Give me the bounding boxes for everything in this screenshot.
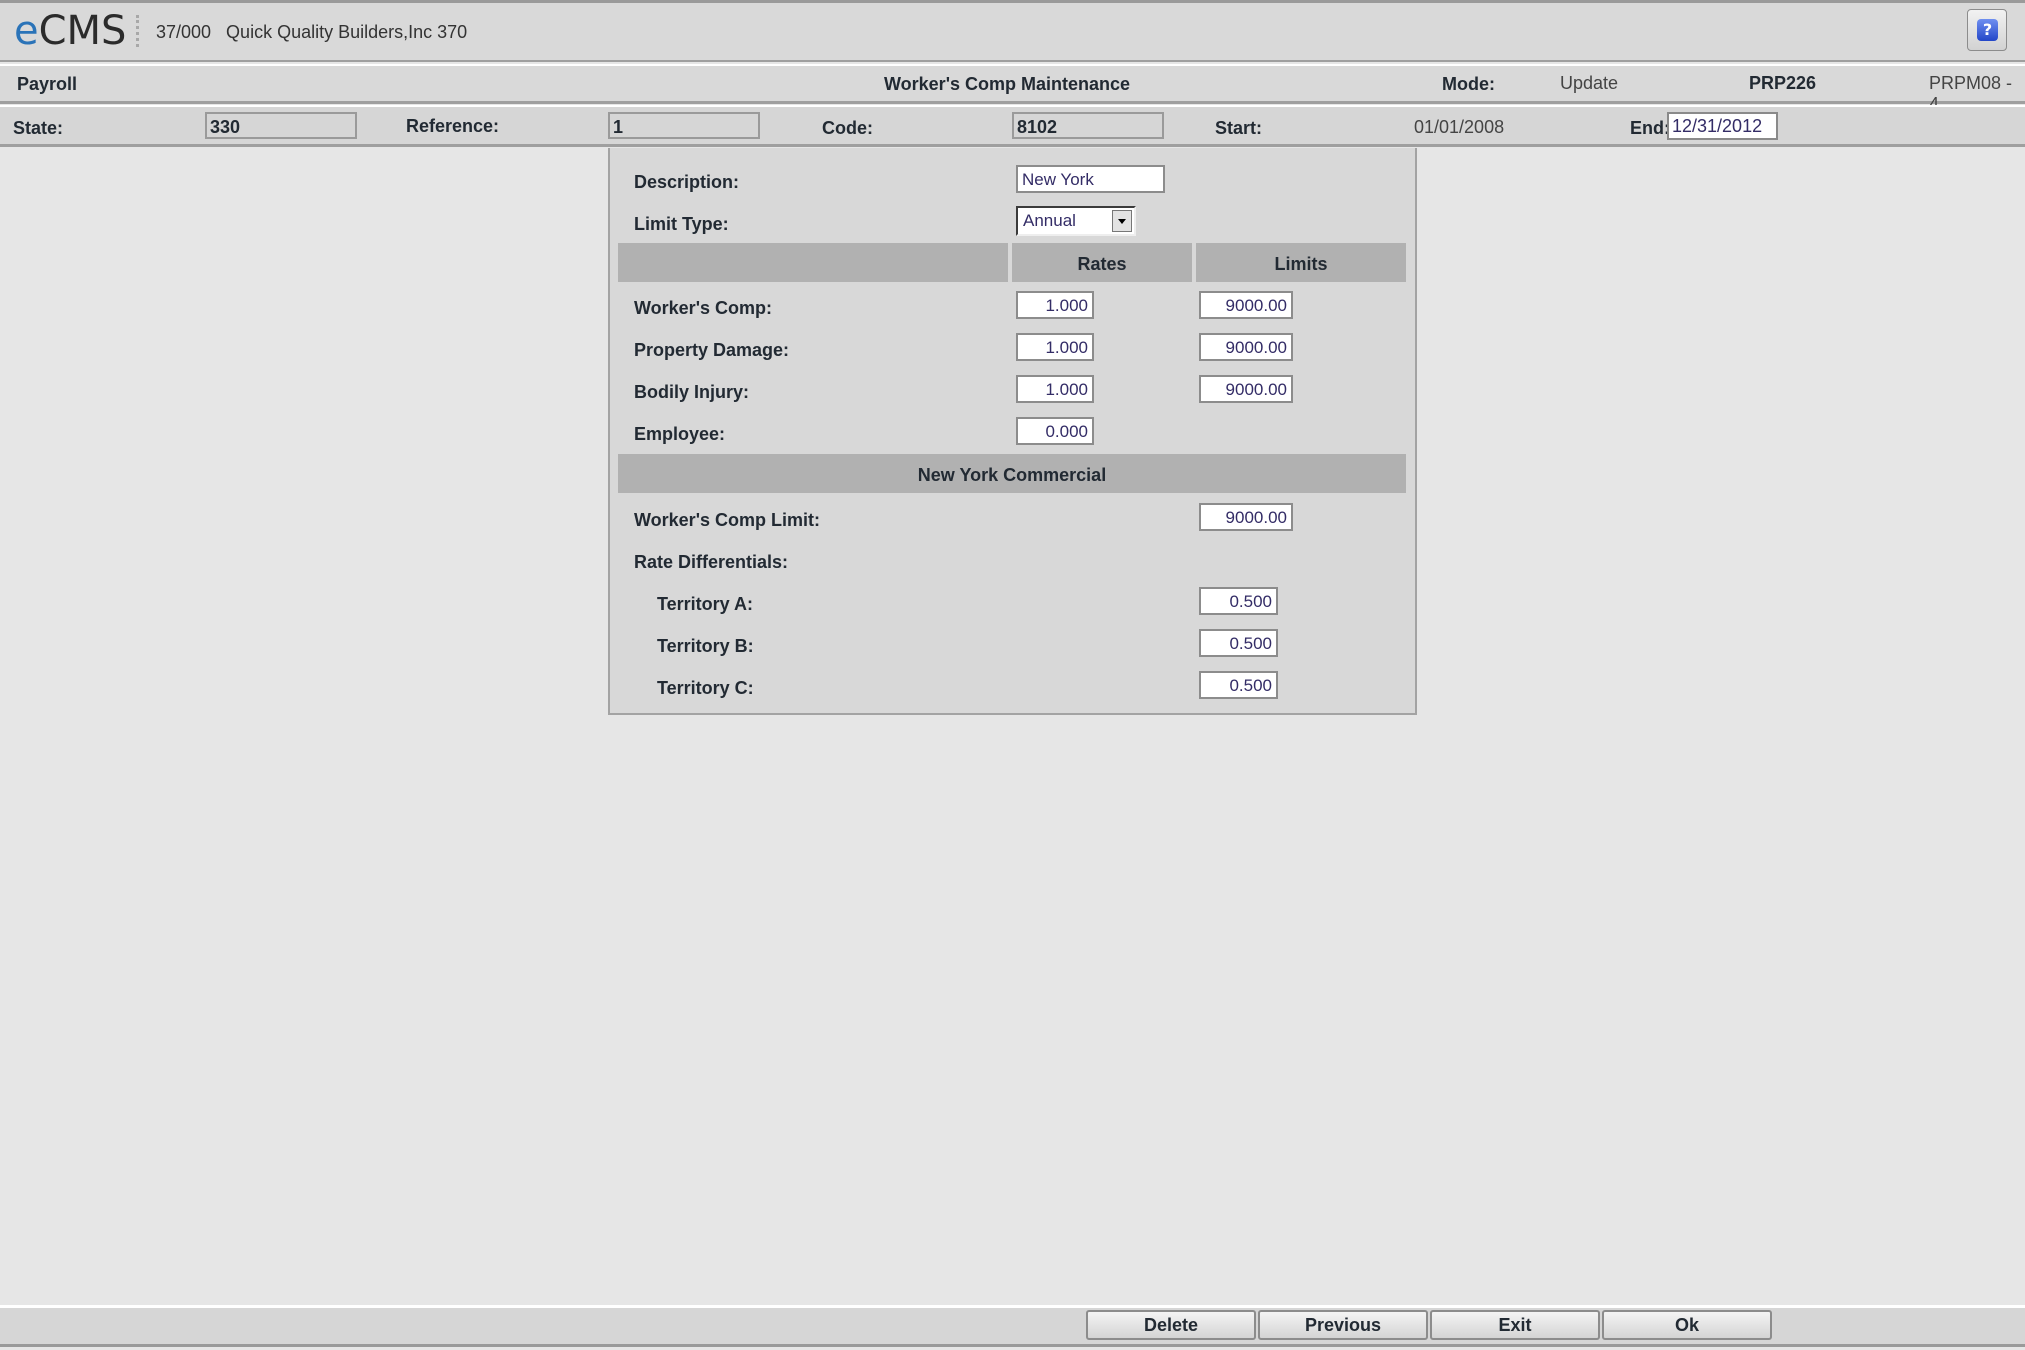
logo-separator (136, 15, 139, 47)
ecms-logo: eCMS (14, 8, 126, 54)
reference-label: Reference: (406, 116, 500, 136)
help-button[interactable]: ? (1967, 9, 2007, 51)
property-damage-label: Property Damage: (634, 340, 790, 360)
grid-header-limits: Limits (1196, 243, 1406, 282)
rates-header: Rates (1077, 254, 1127, 274)
section-title: New York Commercial (917, 465, 1107, 485)
chevron-down-icon[interactable] (1112, 210, 1132, 232)
logo-text: CMS (38, 8, 127, 54)
exit-button[interactable]: Exit (1430, 1310, 1600, 1340)
form-panel (608, 148, 1417, 715)
workers-comp-label: Worker's Comp: (634, 298, 772, 318)
state-field: 330 (205, 112, 357, 139)
wc-limit-input[interactable]: 9000.00 (1199, 503, 1293, 531)
help-icon: ? (1977, 19, 1998, 41)
description-input[interactable]: New York (1016, 165, 1165, 193)
start-label: Start: (1215, 118, 1263, 138)
mode-value: Update (1560, 73, 1619, 93)
bodily-injury-limit-input[interactable]: 9000.00 (1199, 375, 1293, 403)
territory-c-label: Territory C: (657, 678, 754, 698)
company-name: 37/000 Quick Quality Builders,Inc 370 (156, 22, 468, 42)
territory-b-label: Territory B: (657, 636, 754, 656)
program-id: PRP226 (1749, 73, 1817, 93)
end-date-input[interactable]: 12/31/2012 (1667, 112, 1778, 140)
bodily-injury-label: Bodily Injury: (634, 382, 750, 402)
reference-field: 1 (608, 112, 760, 139)
territory-b-input[interactable]: 0.500 (1199, 629, 1278, 657)
limit-type-select[interactable]: Annual (1016, 206, 1136, 236)
grid-header-rates: Rates (1012, 243, 1192, 282)
delete-button[interactable]: Delete (1086, 1310, 1256, 1340)
workers-comp-rate-input[interactable]: 1.000 (1016, 291, 1094, 319)
limits-header: Limits (1274, 254, 1328, 274)
end-label: End: (1630, 118, 1670, 138)
logo-e: e (14, 8, 39, 54)
mode-label: Mode: (1442, 74, 1495, 94)
employee-label: Employee: (634, 424, 726, 444)
code-label: Code: (822, 118, 873, 138)
code-field: 8102 (1012, 112, 1164, 139)
wc-limit-label: Worker's Comp Limit: (634, 510, 820, 530)
section-header: New York Commercial (618, 454, 1406, 493)
description-label: Description: (634, 172, 740, 192)
bodily-injury-rate-input[interactable]: 1.000 (1016, 375, 1094, 403)
territory-a-label: Territory A: (657, 594, 754, 614)
workers-comp-limit-input[interactable]: 9000.00 (1199, 291, 1293, 319)
property-damage-rate-input[interactable]: 1.000 (1016, 333, 1094, 361)
territory-a-input[interactable]: 0.500 (1199, 587, 1278, 615)
employee-rate-input[interactable]: 0.000 (1016, 417, 1094, 445)
previous-button[interactable]: Previous (1258, 1310, 1428, 1340)
module-name: Payroll (17, 74, 78, 94)
limit-type-label: Limit Type: (634, 214, 729, 234)
grid-header-blank (618, 243, 1008, 282)
ok-button[interactable]: Ok (1602, 1310, 1772, 1340)
state-label: State: (13, 118, 64, 138)
page-title: Worker's Comp Maintenance (884, 74, 1131, 94)
territory-c-input[interactable]: 0.500 (1199, 671, 1278, 699)
limit-type-value: Annual (1023, 211, 1076, 230)
rate-differentials-label: Rate Differentials: (634, 552, 789, 572)
start-date: 01/01/2008 (1414, 117, 1505, 137)
property-damage-limit-input[interactable]: 9000.00 (1199, 333, 1293, 361)
